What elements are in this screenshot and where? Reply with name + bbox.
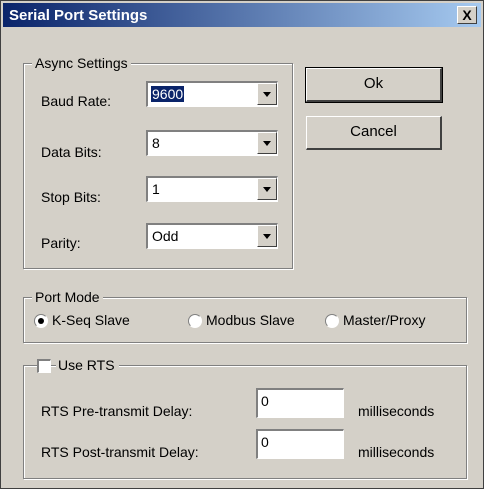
data-bits-dropdown-button[interactable] — [257, 132, 277, 154]
data-bits-combo[interactable]: 8 — [146, 130, 278, 156]
k-seq-slave-radio[interactable] — [34, 314, 48, 328]
parity-label: Parity: — [41, 235, 81, 251]
stop-bits-label: Stop Bits: — [41, 189, 101, 205]
baud-rate-label: Baud Rate: — [41, 93, 112, 109]
chevron-down-icon — [263, 234, 271, 239]
rts-post-delay-input[interactable]: 0 — [256, 429, 344, 459]
rts-pre-delay-input[interactable]: 0 — [256, 388, 344, 418]
rts-post-delay-unit: milliseconds — [358, 444, 435, 460]
stop-bits-combo[interactable]: 1 — [146, 176, 278, 202]
stop-bits-value: 1 — [152, 181, 160, 197]
title-bar: Serial Port Settings X — [3, 3, 481, 27]
k-seq-slave-label[interactable]: K-Seq Slave — [52, 312, 130, 328]
parity-combo[interactable]: Odd — [146, 223, 278, 249]
parity-dropdown-button[interactable] — [257, 225, 277, 247]
data-bits-value: 8 — [152, 135, 160, 151]
master-proxy-radio[interactable] — [325, 314, 339, 328]
port-mode-legend: Port Mode — [32, 289, 103, 305]
rts-group — [23, 365, 467, 479]
use-rts-label[interactable]: Use RTS — [56, 357, 119, 373]
cancel-button[interactable]: Cancel — [306, 116, 442, 150]
baud-rate-combo[interactable]: 9600 — [146, 81, 278, 107]
dialog-title: Serial Port Settings — [9, 7, 148, 24]
baud-rate-dropdown-button[interactable] — [257, 83, 277, 105]
radio-selected-dot — [38, 318, 44, 324]
chevron-down-icon — [263, 187, 271, 192]
close-button[interactable]: X — [457, 6, 477, 24]
rts-post-delay-label: RTS Post-transmit Delay: — [41, 444, 199, 460]
rts-pre-delay-label: RTS Pre-transmit Delay: — [41, 403, 193, 419]
use-rts-checkbox[interactable] — [37, 359, 51, 373]
data-bits-label: Data Bits: — [41, 144, 102, 160]
modbus-slave-radio[interactable] — [188, 314, 202, 328]
rts-pre-delay-unit: milliseconds — [358, 403, 435, 419]
rts-pre-delay-value: 0 — [261, 393, 269, 409]
master-proxy-label[interactable]: Master/Proxy — [343, 312, 425, 328]
ok-button[interactable]: Ok — [305, 67, 443, 103]
baud-rate-value: 9600 — [151, 86, 185, 102]
parity-value: Odd — [152, 228, 179, 244]
rts-post-delay-value: 0 — [261, 434, 269, 450]
chevron-down-icon — [263, 141, 271, 146]
stop-bits-dropdown-button[interactable] — [257, 178, 277, 200]
modbus-slave-label[interactable]: Modbus Slave — [206, 312, 295, 328]
chevron-down-icon — [263, 92, 271, 97]
async-settings-legend: Async Settings — [32, 55, 131, 71]
serial-port-settings-dialog: Serial Port Settings X Async Settings Ba… — [0, 0, 484, 489]
